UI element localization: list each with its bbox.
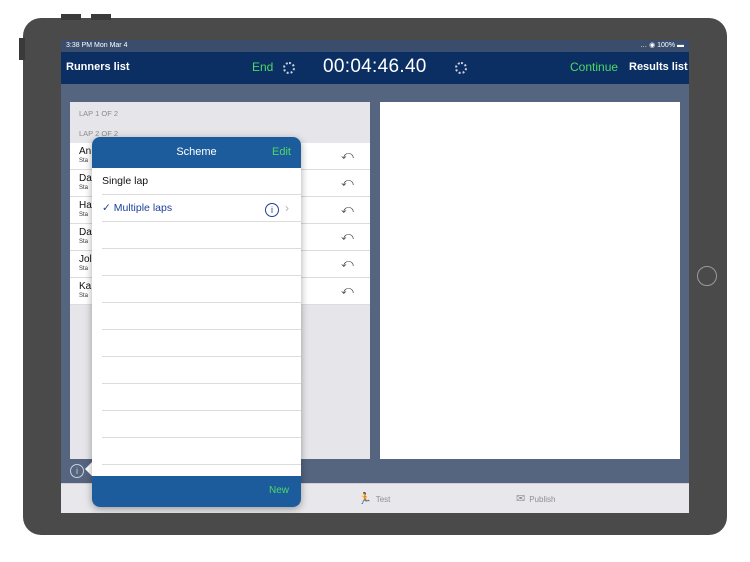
runner-status: Sta	[79, 239, 89, 245]
results-list-button[interactable]: Results list	[629, 61, 688, 73]
edit-button[interactable]: Edit	[272, 146, 291, 158]
runner-name: Da	[79, 173, 92, 184]
empty-row	[102, 438, 301, 465]
popover-header: Scheme Edit	[92, 137, 301, 168]
race-timer: 00:04:46.40	[323, 56, 427, 77]
lap-header: LAP 1 OF 2	[79, 109, 119, 118]
empty-row	[102, 249, 301, 276]
info-icon[interactable]: i	[265, 203, 279, 217]
popover-footer: New	[92, 476, 301, 507]
info-icon[interactable]: i	[70, 464, 84, 478]
tab-test-label: Test	[375, 495, 391, 504]
mail-icon: ✉	[516, 493, 526, 505]
runner-name: Ka	[79, 281, 92, 292]
tab-publish-label: Publish	[529, 495, 556, 504]
status-bar: 3:38 PM Mon Mar 4 … ◉ 100% ▬	[61, 40, 689, 52]
runner-status: Sta	[79, 158, 89, 164]
tab-test[interactable]: 🏃 Test	[358, 492, 390, 505]
scheme-option-single-lap[interactable]: Single lap	[102, 168, 301, 195]
runner-name: Ha	[79, 200, 92, 211]
runner-name: An	[79, 146, 92, 157]
empty-row	[102, 303, 301, 330]
new-button[interactable]: New	[269, 485, 289, 496]
undo-icon[interactable]: ⤺	[341, 256, 354, 271]
chevron-right-icon: ›	[285, 201, 289, 215]
top-nav-bar: Runners list End 00:04:46.40 Continue Re…	[61, 52, 689, 84]
empty-row	[102, 411, 301, 438]
device-top-button-1	[61, 14, 81, 20]
undo-icon[interactable]: ⤺	[341, 283, 354, 298]
runner-status: Sta	[79, 293, 89, 299]
runner-status: Sta	[79, 266, 89, 272]
empty-row	[102, 276, 301, 303]
runner-name: Da	[79, 227, 92, 238]
popover-title: Scheme	[176, 146, 217, 158]
end-button[interactable]: End	[252, 60, 273, 74]
status-battery: … ◉ 100% ▬	[640, 42, 684, 49]
home-button[interactable]	[697, 266, 717, 286]
empty-row	[102, 384, 301, 411]
runner-status: Sta	[79, 185, 89, 191]
scheme-popover: Scheme Edit Single lap ✓ Multiple laps i…	[92, 137, 301, 507]
spinner-icon	[455, 62, 467, 74]
runner-icon: 🏃	[358, 493, 372, 505]
device-side-button	[19, 38, 25, 60]
undo-icon[interactable]: ⤺	[341, 148, 354, 163]
app-screen: 3:38 PM Mon Mar 4 … ◉ 100% ▬ Runners lis…	[61, 40, 689, 513]
results-panel	[380, 102, 680, 459]
runners-list-button[interactable]: Runners list	[66, 61, 130, 73]
status-time: 3:38 PM Mon Mar 4	[66, 42, 128, 49]
runner-status: Sta	[79, 212, 89, 218]
empty-row	[102, 357, 301, 384]
empty-row	[102, 222, 301, 249]
undo-icon[interactable]: ⤺	[341, 229, 354, 244]
spinner-icon	[283, 62, 295, 74]
empty-row	[102, 330, 301, 357]
runner-name: Jol	[79, 254, 92, 265]
device-top-button-2	[91, 14, 111, 20]
undo-icon[interactable]: ⤺	[341, 202, 354, 217]
continue-button[interactable]: Continue	[570, 60, 618, 74]
undo-icon[interactable]: ⤺	[341, 175, 354, 190]
tab-publish[interactable]: ✉ Publish	[516, 492, 555, 505]
